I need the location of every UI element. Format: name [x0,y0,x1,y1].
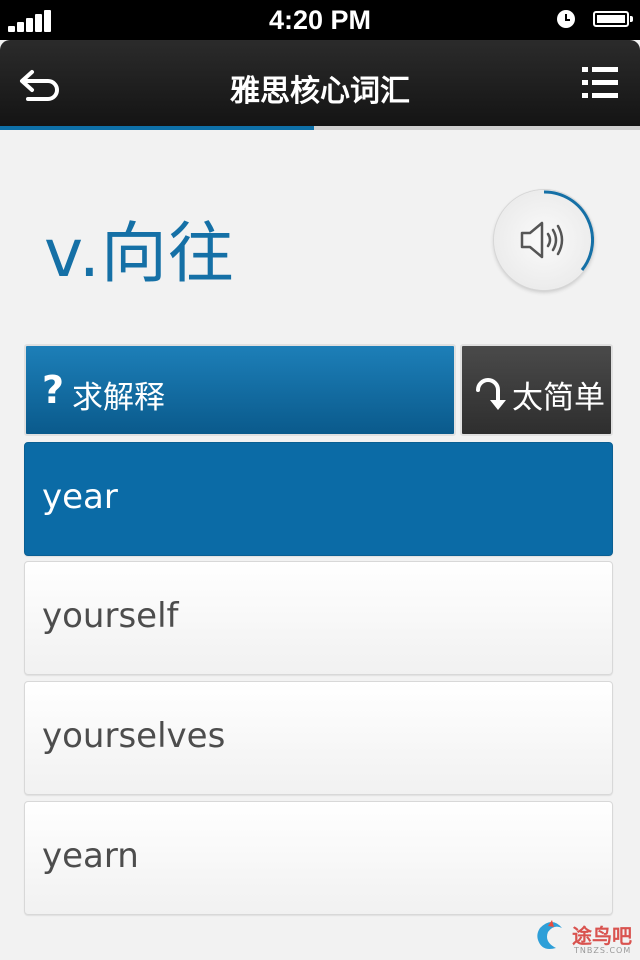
explain-label: 求解释 [72,380,165,416]
too-easy-label: 太简单 [512,380,605,416]
watermark-text: 途鸟吧 [572,924,632,948]
question-icon: ? [42,368,65,412]
battery-icon [593,11,633,27]
menu-button[interactable] [578,60,622,106]
list-menu-icon [582,67,618,98]
word-definition: v.向往 [44,215,235,292]
explain-button[interactable]: ? 求解释 [24,344,456,436]
answer-option-label: yourself [42,596,179,636]
nav-bar: 雅思核心词汇 [0,40,640,126]
answer-option-label: yearn [42,836,139,876]
play-audio-button[interactable] [494,190,594,290]
progress-bar [0,126,640,130]
speaker-icon [520,221,564,259]
answer-option[interactable]: year [24,442,613,556]
answer-option[interactable]: yearn [24,801,613,915]
watermark-logo: 途鸟吧 TNBZS.COM [534,918,638,958]
answer-option-label: yourselves [42,716,226,756]
page-title: 雅思核心词汇 [230,74,410,109]
answer-option-label: year [42,477,118,517]
watermark-url: TNBZS.COM [574,946,632,955]
alarm-icon [557,10,575,28]
watermark-icon [537,920,562,949]
status-time: 4:20 PM [268,5,372,35]
answer-option[interactable]: yourselves [24,681,613,795]
progress-fill [0,126,314,130]
status-bar: 4:20 PM [0,0,640,40]
too-easy-button[interactable]: 太简单 [460,344,613,436]
answer-option[interactable]: yourself [24,561,613,675]
curved-arrow-down-icon [476,378,506,410]
